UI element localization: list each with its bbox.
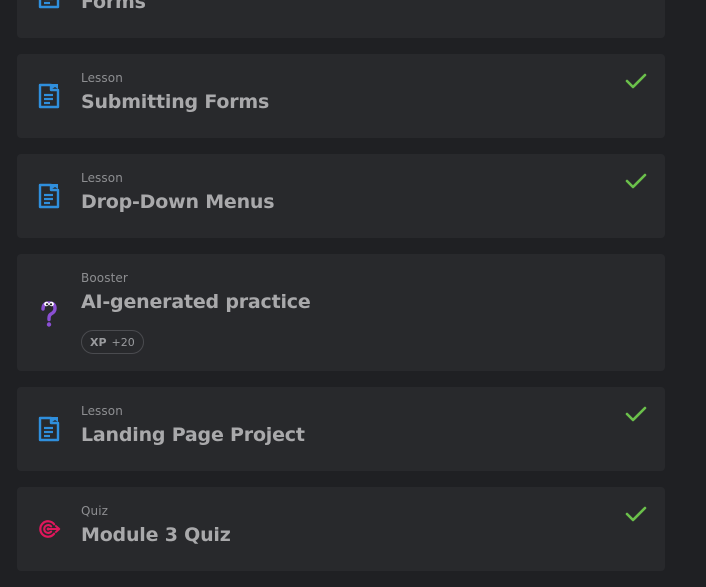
document-icon [37, 416, 61, 442]
list-item[interactable]: Lesson Submitting Forms [17, 54, 665, 138]
item-title: Module 3 Quiz [81, 524, 231, 546]
list-item[interactable]: Quiz Module 3 Quiz [17, 487, 665, 571]
checkmark-icon [625, 406, 647, 422]
item-title: Submitting Forms [81, 91, 270, 113]
document-icon [37, 0, 61, 9]
item-kind-label: Quiz [81, 504, 109, 518]
item-title: AI-generated practice [81, 291, 311, 313]
checkmark-icon [625, 73, 647, 89]
list-item[interactable]: Booster AI-generated practice XP +20 [17, 254, 665, 371]
item-kind-label: Booster [81, 271, 128, 285]
question-mark-icon [37, 301, 61, 327]
document-icon [37, 183, 61, 209]
item-title: Drop-Down Menus [81, 191, 275, 213]
list-item[interactable]: Lesson Landing Page Project [17, 387, 665, 471]
item-kind-label: Lesson [81, 71, 123, 85]
checkmark-icon [625, 506, 647, 522]
item-kind-label: Lesson [81, 404, 123, 418]
xp-value: +20 [111, 335, 135, 349]
lesson-list: Forms Lesson Submitting Forms Lesson Dro… [17, 0, 665, 571]
target-icon [37, 516, 61, 542]
document-icon [37, 83, 61, 109]
xp-label: XP [90, 335, 107, 349]
checkmark-icon [625, 173, 647, 189]
list-item[interactable]: Forms [17, 0, 665, 38]
item-title: Landing Page Project [81, 424, 305, 446]
item-title: Forms [81, 0, 146, 13]
xp-badge: XP +20 [81, 330, 144, 354]
list-item[interactable]: Lesson Drop-Down Menus [17, 154, 665, 238]
item-kind-label: Lesson [81, 171, 123, 185]
